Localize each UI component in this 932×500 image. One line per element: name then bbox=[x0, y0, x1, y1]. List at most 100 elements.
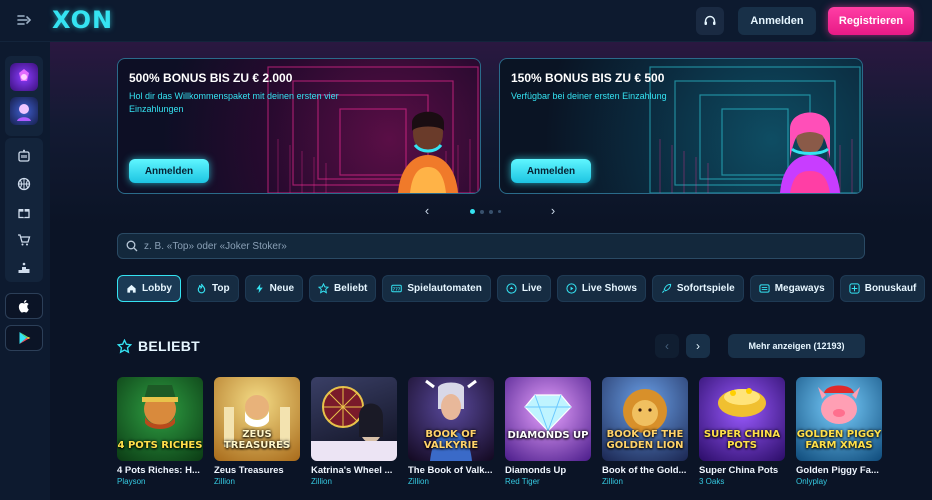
game-thumb-title: DIAMONDS UP bbox=[507, 430, 589, 441]
support-button[interactable] bbox=[696, 7, 724, 35]
game-provider: Zillion bbox=[214, 477, 235, 486]
game-thumb-title: BOOK OF VALKYRIE bbox=[423, 429, 479, 451]
games-prev-button[interactable]: ‹ bbox=[655, 334, 679, 358]
sidebar-nav-group bbox=[5, 138, 43, 282]
game-thumbnail[interactable] bbox=[311, 377, 397, 461]
sidebar-item-slots[interactable] bbox=[5, 142, 43, 170]
game-provider: Zillion bbox=[311, 477, 332, 486]
play-icon bbox=[566, 283, 577, 294]
game-card[interactable]: DIAMONDS UP Diamonds Up Red Tiger bbox=[505, 377, 591, 486]
tab-megaways[interactable]: Megaways bbox=[749, 275, 834, 302]
tab-live[interactable]: Live bbox=[496, 275, 551, 302]
show-more-button[interactable]: Mehr anzeigen (12193) bbox=[728, 334, 865, 358]
section-header-popular: BELIEBT bbox=[117, 334, 200, 358]
android-app-button[interactable] bbox=[5, 325, 43, 351]
carousel-next-button[interactable]: › bbox=[546, 204, 560, 218]
sidebar-item-tournament[interactable] bbox=[5, 94, 43, 128]
game-title: Golden Piggy Fa... bbox=[796, 465, 879, 476]
category-tabs: Lobby Top Neue Beliebt 777 Spielautomate… bbox=[117, 275, 926, 302]
banner-title: 150% BONUS BIS ZU € 500 bbox=[511, 71, 665, 85]
sidebar-item-sports[interactable] bbox=[5, 170, 43, 198]
tab-label: Top bbox=[212, 283, 230, 294]
game-provider: Red Tiger bbox=[505, 477, 540, 486]
headset-icon bbox=[704, 15, 716, 25]
ios-app-button[interactable] bbox=[5, 293, 43, 319]
home-icon bbox=[127, 284, 136, 293]
game-thumbnail[interactable]: ZEUS TREASURES bbox=[214, 377, 300, 461]
game-search-bar[interactable] bbox=[117, 233, 865, 259]
xon-logo[interactable]: XON bbox=[52, 6, 113, 34]
game-card[interactable]: BOOK OF VALKYRIE The Book of Valk... Zil… bbox=[408, 377, 494, 486]
game-card[interactable]: SUPER CHINA POTS Super China Pots 3 Oaks bbox=[699, 377, 785, 486]
search-input[interactable] bbox=[144, 240, 844, 252]
game-provider: Onlyplay bbox=[796, 477, 828, 486]
game-card[interactable]: GOLDEN PIGGY FARM XMAS Golden Piggy Fa..… bbox=[796, 377, 882, 486]
game-thumbnail[interactable]: BOOK OF THE GOLDEN LION bbox=[602, 377, 688, 461]
tab-bonus-buy[interactable]: Bonuskauf bbox=[839, 275, 926, 302]
game-card[interactable]: ZEUS TREASURES Zeus Treasures Zillion bbox=[214, 377, 300, 486]
slot-777-icon: 777 bbox=[391, 284, 403, 293]
promo-banner-welcome[interactable]: 500% BONUS BIS ZU € 2.000 Hol dir das Wi… bbox=[117, 58, 481, 194]
tab-label: Sofortspiele bbox=[676, 283, 735, 294]
svg-text:777: 777 bbox=[393, 287, 401, 292]
carousel-prev-button[interactable]: ‹ bbox=[420, 204, 434, 218]
banner-login-button[interactable]: Anmelden bbox=[511, 159, 591, 183]
bonus-avatar-icon bbox=[10, 63, 38, 91]
tab-instant-games[interactable]: Sofortspiele bbox=[651, 275, 744, 302]
sidebar-item-bonus[interactable] bbox=[5, 60, 43, 94]
game-provider: 3 Oaks bbox=[699, 477, 725, 486]
tab-slots[interactable]: 777 Spielautomaten bbox=[382, 275, 491, 302]
tournament-avatar-icon bbox=[10, 97, 38, 125]
games-next-button[interactable]: › bbox=[686, 334, 710, 358]
carousel-dot[interactable] bbox=[489, 209, 493, 214]
game-thumbnail[interactable]: SUPER CHINA POTS bbox=[699, 377, 785, 461]
flame-icon bbox=[197, 283, 206, 294]
game-title: Katrina's Wheel ... bbox=[311, 465, 393, 476]
google-play-icon bbox=[19, 332, 30, 344]
katrina-wheel-art bbox=[311, 386, 397, 461]
game-title: 4 Pots Riches: H... bbox=[117, 465, 200, 476]
banner-title: 500% BONUS BIS ZU € 2.000 bbox=[129, 71, 293, 85]
game-title: Super China Pots bbox=[699, 465, 779, 476]
apple-icon bbox=[18, 300, 29, 313]
game-card[interactable]: BOOK OF THE GOLDEN LION Book of the Gold… bbox=[602, 377, 688, 486]
diamond-art bbox=[524, 394, 572, 432]
tab-popular[interactable]: Beliebt bbox=[309, 275, 377, 302]
carousel-dot[interactable] bbox=[498, 210, 501, 213]
tab-live-shows[interactable]: Live Shows bbox=[556, 275, 646, 302]
game-thumbnail[interactable]: BOOK OF VALKYRIE bbox=[408, 377, 494, 461]
carousel-dot-active[interactable] bbox=[470, 209, 475, 214]
cyber-woman-illustration bbox=[780, 112, 840, 193]
tab-label: Megaways bbox=[774, 283, 825, 294]
carousel-dot[interactable] bbox=[480, 209, 484, 214]
game-thumbnail[interactable]: GOLDEN PIGGY FARM XMAS bbox=[796, 377, 882, 461]
bolt-icon bbox=[255, 283, 263, 294]
left-sidebar bbox=[0, 42, 50, 500]
promo-banner-first-deposit[interactable]: 150% BONUS BIS ZU € 500 Verfügbar bei de… bbox=[499, 58, 863, 194]
banner-login-button[interactable]: Anmelden bbox=[129, 159, 209, 183]
register-button[interactable]: Registrieren bbox=[828, 7, 914, 35]
game-thumbnail[interactable]: 4 POTS RICHES bbox=[117, 377, 203, 461]
megaways-icon bbox=[759, 284, 770, 293]
game-title: Zeus Treasures bbox=[214, 465, 284, 476]
tab-lobby[interactable]: Lobby bbox=[117, 275, 181, 302]
game-thumbnail[interactable]: DIAMONDS UP bbox=[505, 377, 591, 461]
search-icon bbox=[126, 240, 138, 252]
tab-top[interactable]: Top bbox=[187, 275, 239, 302]
login-button[interactable]: Anmelden bbox=[738, 7, 816, 35]
tab-label: Lobby bbox=[142, 283, 172, 294]
sidebar-toggle-icon[interactable] bbox=[16, 12, 34, 30]
tab-new[interactable]: Neue bbox=[244, 275, 304, 302]
banner-description: Hol dir das Willkommenspaket mit deinen … bbox=[129, 91, 339, 114]
game-card[interactable]: Katrina's Wheel ... Zillion bbox=[311, 377, 397, 486]
tab-label: Neue bbox=[269, 283, 295, 294]
game-card[interactable]: 4 POTS RICHES 4 Pots Riches: H... Playso… bbox=[117, 377, 203, 486]
sidebar-item-shop[interactable] bbox=[5, 226, 43, 254]
game-provider: Zillion bbox=[602, 477, 623, 486]
tab-label: Beliebt bbox=[334, 283, 368, 294]
sidebar-item-leaderboard[interactable] bbox=[5, 254, 43, 282]
cyber-woman-illustration bbox=[398, 111, 458, 193]
game-thumb-title: ZEUS TREASURES bbox=[223, 429, 291, 451]
game-title: Book of the Gold... bbox=[602, 465, 687, 476]
sidebar-item-promotions[interactable] bbox=[5, 198, 43, 226]
